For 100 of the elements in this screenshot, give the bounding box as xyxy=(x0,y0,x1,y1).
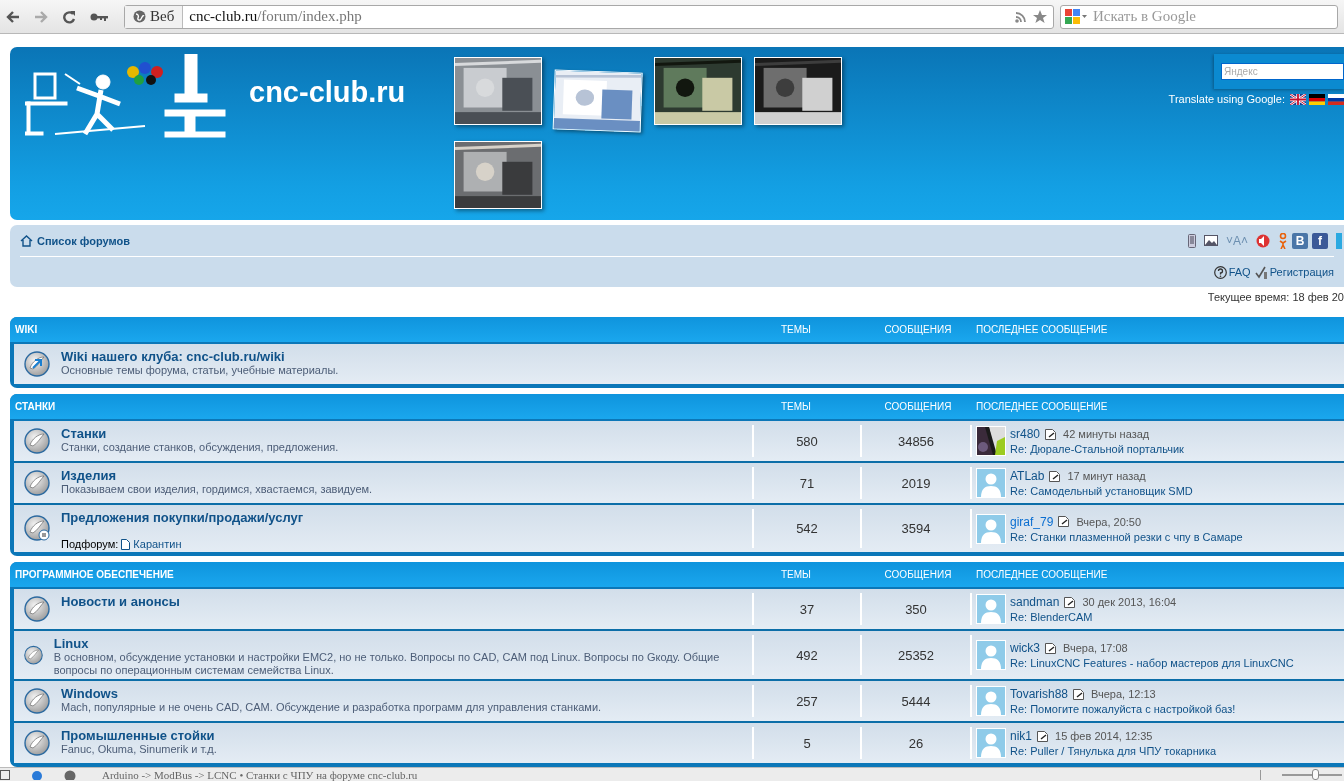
topic-link[interactable]: Re: BlenderCAM xyxy=(1010,611,1177,623)
post-time: 42 минуты назад xyxy=(1063,428,1150,440)
view-post-icon[interactable] xyxy=(1045,642,1056,654)
topic-count: 257 xyxy=(752,685,860,717)
forum-icon[interactable] xyxy=(24,595,51,623)
section-title: ПРОГРАММНОЕ ОБЕСПЕЧЕНИЕ xyxy=(14,569,175,580)
reload-icon[interactable] xyxy=(62,9,76,24)
slider-thumb[interactable] xyxy=(1312,769,1319,780)
forum-icon[interactable] xyxy=(24,427,51,455)
speaker-icon[interactable] xyxy=(1256,233,1270,248)
search-field[interactable]: Искать в Google xyxy=(1091,7,1315,26)
post-count: 2019 xyxy=(860,467,970,499)
post-time: Вчера, 17:08 xyxy=(1063,642,1128,654)
search-box[interactable]: Искать в Google xyxy=(1060,4,1338,29)
author-link[interactable]: sandman xyxy=(1010,595,1060,609)
view-post-icon[interactable] xyxy=(1049,470,1061,482)
phone-icon[interactable] xyxy=(1187,233,1196,248)
home-icon xyxy=(20,234,33,247)
forum-title[interactable]: Предложения покупки/продажи/услуг xyxy=(61,510,304,525)
post-count: 350 xyxy=(860,593,970,625)
view-post-icon[interactable] xyxy=(1064,596,1076,608)
topic-link[interactable]: Re: Станки плазменной резки с чпу в Самаре xyxy=(1010,530,1243,543)
view-post-icon[interactable] xyxy=(1058,516,1070,527)
post-time: Вчера, 12:13 xyxy=(1091,688,1156,700)
flag-icon[interactable] xyxy=(1328,93,1344,105)
search-field[interactable]: Яндекс xyxy=(1221,63,1344,80)
topic-count: 492 xyxy=(752,635,860,675)
forum-description: Fanuc, Okuma, Sinumerik и т.д. xyxy=(61,743,217,756)
topic-count: 71 xyxy=(752,467,860,499)
search-engine-icon[interactable] xyxy=(1065,8,1087,25)
author-link[interactable]: Tovarish88 xyxy=(1010,687,1069,701)
back-icon[interactable] xyxy=(6,9,20,24)
author-link[interactable]: wick3 xyxy=(1010,641,1040,655)
forum-icon[interactable] xyxy=(24,687,51,715)
forum-description: Станки, создание станков, обсуждения, предложения. xyxy=(61,441,339,454)
post-count: 5444 xyxy=(860,685,970,717)
star-icon[interactable] xyxy=(1033,9,1047,24)
site-badge[interactable]: Веб xyxy=(125,5,184,28)
divider-icon xyxy=(1260,770,1262,780)
share-button[interactable]: f xyxy=(1312,232,1328,249)
forum-title[interactable]: Windows xyxy=(61,686,602,701)
topic-count: 5 xyxy=(752,727,860,759)
topic-count: 37 xyxy=(752,593,860,625)
post-time: 30 дек 2013, 16:04 xyxy=(1082,596,1177,608)
column-header: ТЕМЫ xyxy=(780,401,812,412)
forum-icon[interactable] xyxy=(24,515,51,542)
topic-link[interactable]: Re: Самодельный установщик SMD xyxy=(1010,485,1193,497)
flag-icon[interactable] xyxy=(1290,93,1306,105)
rss-icon[interactable] xyxy=(1015,10,1027,23)
post-count: 3594 xyxy=(860,509,970,548)
post-time: Вчера, 20:50 xyxy=(1076,515,1142,528)
register-link[interactable]: Регистрация xyxy=(1254,265,1334,279)
image-icon[interactable] xyxy=(1203,235,1218,246)
topic-link[interactable]: Re: Puller / Тянулька для ЧПУ токарника xyxy=(1010,745,1217,757)
author-link[interactable]: nik1 xyxy=(1010,729,1032,743)
forum-title[interactable]: Изделия xyxy=(61,468,373,483)
topic-link[interactable]: Re: Дюрале-Стальной портальчик xyxy=(1010,443,1184,455)
forum-description: Показываем свои изделия, гордимся, хвастаемся, завидуем. xyxy=(61,483,373,496)
forum-icon[interactable] xyxy=(24,469,51,497)
column-header: СООБЩЕНИЯ xyxy=(883,569,953,580)
topic-link[interactable]: Re: Помогите пожалуйста с настройкой баз! xyxy=(1010,703,1236,715)
section-title: СТАНКИ xyxy=(14,401,57,412)
share-button[interactable]: В xyxy=(1292,232,1308,249)
post-count: 26 xyxy=(860,727,970,759)
forum-icon[interactable] xyxy=(24,729,51,757)
window-icon[interactable] xyxy=(0,770,10,780)
forum-title[interactable]: Промышленные стойки xyxy=(61,728,217,743)
topic-count: 542 xyxy=(752,509,860,548)
flag-icon[interactable] xyxy=(1309,93,1325,105)
current-time: Текущее время: 18 фев 20 xyxy=(1206,291,1344,305)
forum-title[interactable]: Новости и анонсы xyxy=(61,594,180,609)
column-header: ТЕМЫ xyxy=(780,324,812,335)
site-title[interactable]: cnc-club.ru xyxy=(249,76,454,109)
topic-link[interactable]: Re: LinuxCNC Features - набор мастеров для LinuxCNC xyxy=(1010,657,1294,669)
column-header: СООБЩЕНИЯ xyxy=(883,324,953,335)
author-link[interactable]: giraf_79 xyxy=(1010,514,1054,529)
key-icon[interactable] xyxy=(90,11,108,22)
column-header: СООБЩЕНИЯ xyxy=(883,401,953,412)
faq-link[interactable]: FAQ xyxy=(1213,265,1251,279)
column-header: ПОСЛЕДНЕЕ СООБЩЕНИЕ xyxy=(975,569,1109,580)
section-title: WIKI xyxy=(14,324,39,335)
author-link[interactable]: ATLab xyxy=(1010,469,1045,483)
forum-description: Mach, популярные и не очень CAD, CAM. Обсуждение и разработка программ для управления станками. xyxy=(61,701,602,714)
forum-title[interactable]: Wiki нашего клуба: cnc-club.ru/wiki xyxy=(61,349,339,364)
view-post-icon[interactable] xyxy=(1037,730,1048,742)
forum-title[interactable]: Linux xyxy=(53,636,746,651)
subforum-link[interactable]: Карантин xyxy=(121,538,182,550)
view-post-icon[interactable] xyxy=(1073,688,1085,700)
subforum-label: Подфорум: xyxy=(61,538,119,550)
column-header: ТЕМЫ xyxy=(780,569,812,580)
breadcrumb-link[interactable]: Список форумов xyxy=(20,234,130,247)
pencil-check-icon xyxy=(1254,265,1268,279)
forum-title[interactable]: Станки xyxy=(61,426,339,441)
column-header: ПОСЛЕДНЕЕ СООБЩЕНИЕ xyxy=(975,401,1109,412)
address-bar[interactable]: Веб cnc-club.ru/forum/index.php xyxy=(124,4,1054,29)
author-link[interactable]: sr480 xyxy=(1010,427,1041,441)
page-title: Arduino -> ModBus -> LCNC • Станки с ЧПУ на форуме cnc-club.ru xyxy=(102,769,418,781)
forum-description: В основном, обсуждение установки и настройки EMC2, но не только. Вопросы по CAD, CAM под Linux. Вопросы по Gкоду. Общие вопросы по операционным системам семейства Linux. xyxy=(53,651,721,677)
view-post-icon[interactable] xyxy=(1045,428,1057,440)
forum-icon[interactable] xyxy=(24,350,51,378)
